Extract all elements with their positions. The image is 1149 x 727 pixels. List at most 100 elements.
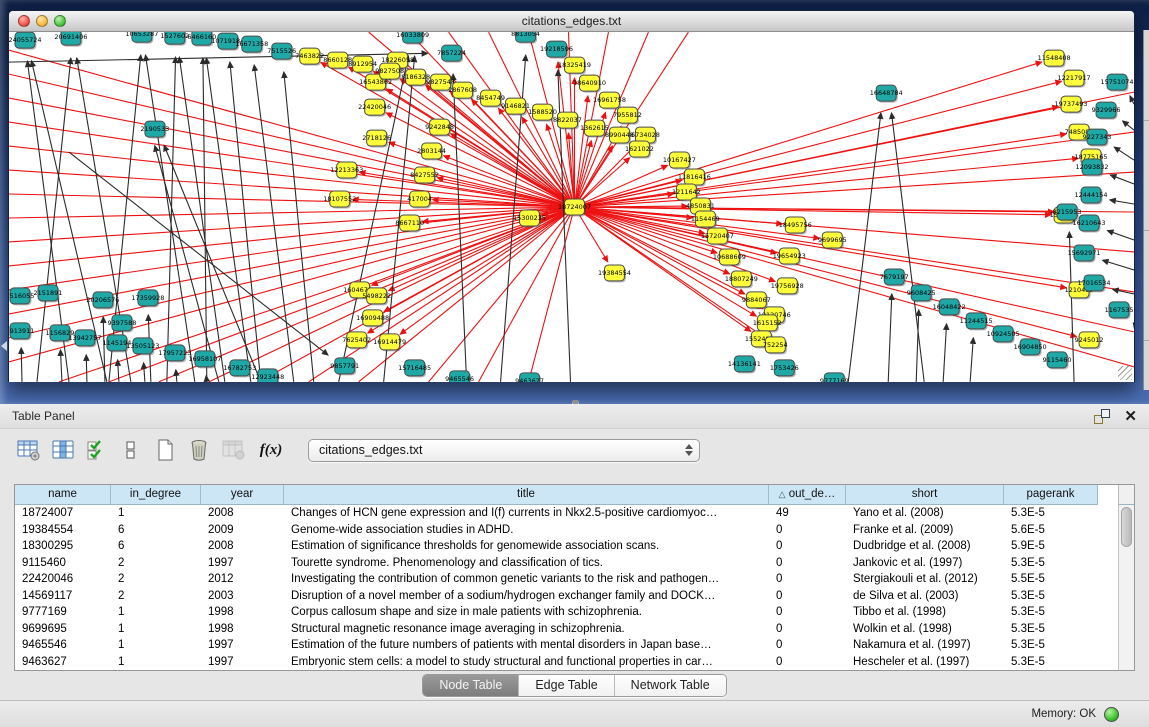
graph-node[interactable]: 24055724 [9, 32, 41, 49]
graph-node[interactable]: 8822037 [553, 112, 582, 129]
graph-node[interactable]: 9777169 [820, 373, 849, 382]
graph-node[interactable]: 18640910 [573, 75, 606, 92]
graph-node[interactable]: 417004 [407, 191, 432, 208]
graph-node[interactable]: 19737493 [1055, 96, 1088, 113]
graph-node[interactable]: 19756928 [771, 278, 804, 295]
graph-node[interactable]: 17957223 [158, 345, 191, 362]
graph-node[interactable]: 14136141 [728, 356, 761, 373]
graph-node[interactable]: 17359928 [131, 290, 164, 307]
graph-node[interactable]: 7515526 [267, 43, 296, 60]
graph-node[interactable]: 19218596 [540, 41, 573, 58]
graph-node[interactable]: 8667110 [395, 215, 424, 232]
graph-node[interactable]: 2718126 [362, 130, 391, 147]
table-row[interactable]: 911546021997Tourette syndrome. Phenomeno… [15, 555, 1118, 572]
function-builder-button[interactable]: f(x) [258, 437, 284, 463]
graph-node[interactable]: 9397588 [107, 315, 136, 332]
graph-node[interactable]: 10924505 [987, 326, 1020, 343]
table-scrollbar[interactable] [1118, 505, 1134, 670]
graph-node[interactable]: 2803144 [417, 143, 446, 160]
graph-node[interactable]: 18325419 [558, 57, 591, 74]
minimize-window-icon[interactable] [36, 15, 48, 27]
citation-network-graph[interactable]: 2405572420691406106532871527602646616010… [9, 32, 1134, 382]
close-window-icon[interactable] [18, 15, 30, 27]
graph-node[interactable]: 9465546 [445, 371, 474, 382]
graph-node[interactable]: 11548408 [1038, 50, 1071, 67]
graph-node[interactable]: 5498222 [362, 288, 391, 305]
graph-node[interactable]: 3913911 [9, 323, 34, 340]
graph-node[interactable]: 2190533 [140, 121, 169, 138]
graph-node[interactable]: 12213363 [330, 162, 363, 179]
column-header-name[interactable]: name [15, 485, 111, 505]
close-panel-icon[interactable]: ✕ [1124, 409, 1137, 424]
graph-node[interactable]: 2867608 [448, 82, 477, 99]
graph-node[interactable]: 18495756 [779, 217, 812, 234]
graph-node[interactable]: 15692971 [1068, 245, 1101, 262]
graph-node[interactable]: 1753426 [770, 360, 799, 377]
graph-node[interactable]: 10688609 [713, 249, 746, 266]
tab-node-table[interactable]: Node Table [423, 675, 519, 696]
graph-node[interactable]: 16033809 [396, 32, 429, 45]
zoom-window-icon[interactable] [54, 15, 66, 27]
graph-node[interactable]: 1615152 [753, 315, 782, 332]
network-view-window[interactable]: citations_edges.txt 24055724206914061065… [8, 10, 1135, 382]
graph-node[interactable]: 1167535 [1105, 302, 1134, 319]
table-row[interactable]: 946362711997Embryonic stem cells: a mode… [15, 654, 1118, 671]
graph-node[interactable]: 1527602 [160, 32, 189, 46]
graph-node[interactable]: 7463822 [295, 48, 324, 65]
column-header-year[interactable]: year [201, 485, 284, 505]
table-row[interactable]: 969969511998Structural magnetic resonanc… [15, 621, 1118, 638]
table-settings-button[interactable] [16, 437, 42, 463]
table-row[interactable]: 946554611997Estimation of the future num… [15, 637, 1118, 654]
row-options-button[interactable] [118, 437, 144, 463]
graph-node[interactable]: 8813054 [511, 32, 540, 44]
graph-node[interactable]: 9884067 [742, 292, 771, 309]
graph-node[interactable]: 9146821 [501, 98, 530, 115]
graph-node[interactable]: 8912954 [348, 56, 377, 73]
network-canvas[interactable]: 2405572420691406106532871527602646616010… [9, 32, 1134, 382]
graph-node[interactable]: 9115460 [1043, 352, 1072, 369]
graph-node[interactable]: 1621022 [625, 141, 654, 158]
column-header-short[interactable]: short [846, 485, 1004, 505]
table-row[interactable]: 1872400712008Changes of HCN gene express… [15, 505, 1118, 522]
graph-node[interactable]: 2516055 [9, 288, 34, 305]
table-row[interactable]: 977716911998Corpus callosum shape and si… [15, 604, 1118, 621]
table-row[interactable]: 2242004622012Investigating the contribut… [15, 571, 1118, 588]
table-row[interactable]: 1830029562008Estimation of significance … [15, 538, 1118, 555]
graph-node[interactable]: 20206576 [86, 292, 119, 309]
graph-node[interactable]: 9329966 [1092, 102, 1121, 119]
window-resize-grip[interactable] [1118, 366, 1132, 380]
tab-network-table[interactable]: Network Table [615, 675, 726, 696]
graph-node[interactable]: 12444154 [1075, 187, 1108, 204]
graph-node[interactable]: 10167427 [663, 152, 696, 169]
graph-node[interactable]: 7679197 [880, 269, 909, 286]
graph-node[interactable]: 7955812 [613, 107, 642, 124]
graph-node[interactable]: 8427552 [410, 167, 439, 184]
graph-node[interactable]: 19654923 [773, 248, 806, 265]
graph-node[interactable]: 9227343 [1083, 129, 1112, 146]
scrollbar-thumb[interactable] [1121, 507, 1132, 547]
graph-node[interactable]: 18107552 [323, 191, 356, 208]
create-column-button[interactable] [152, 437, 178, 463]
graph-node[interactable]: 10653287 [125, 32, 158, 44]
memory-ok-indicator[interactable] [1104, 707, 1119, 722]
tab-edge-table[interactable]: Edge Table [519, 675, 614, 696]
column-header-pagerank[interactable]: pagerank [1004, 485, 1098, 505]
table-row[interactable]: 1456911722003Disruption of a novel membe… [15, 588, 1118, 605]
show-columns-button[interactable] [50, 437, 76, 463]
column-header-out_degree[interactable]: △ out_de… [769, 485, 846, 505]
graph-node[interactable]: 20691406 [54, 32, 87, 47]
graph-node[interactable]: 11244515 [960, 313, 993, 330]
graph-node[interactable]: 752254 [763, 337, 788, 354]
graph-node[interactable]: 16048422 [933, 299, 966, 316]
graph-node[interactable]: 9463627 [515, 373, 544, 382]
table-select-dropdown[interactable]: citations_edges.txt [308, 439, 700, 462]
graph-node[interactable]: 8990448 [605, 127, 634, 144]
graph-node[interactable]: 12217917 [1058, 70, 1091, 87]
graph-node[interactable]: 15751074 [1101, 74, 1134, 91]
float-panel-icon[interactable] [1094, 409, 1110, 424]
graph-node[interactable]: 16958107 [188, 351, 221, 368]
graph-node[interactable]: 16904850 [1014, 339, 1047, 356]
graph-node[interactable]: 7857224 [437, 45, 466, 62]
collapse-left-panel-icon[interactable] [1, 341, 7, 351]
graph-node[interactable]: 19384554 [598, 265, 631, 282]
